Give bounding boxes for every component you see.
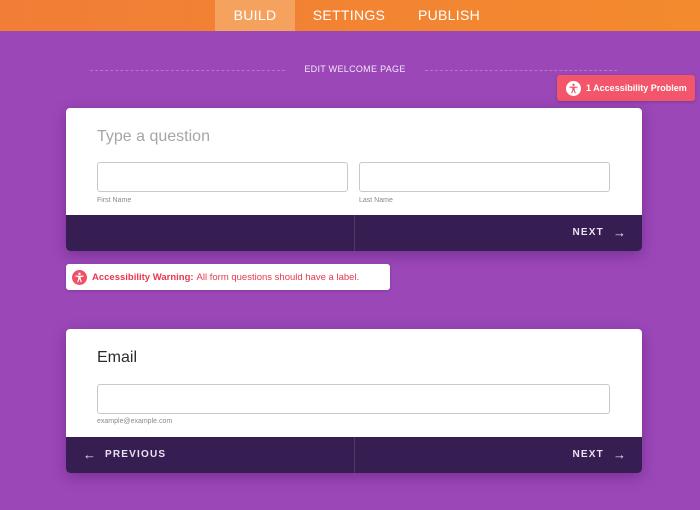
- first-name-input[interactable]: [97, 162, 348, 192]
- next-button[interactable]: NEXT →: [573, 437, 626, 473]
- question-card-name: Type a question First Name Last Name NEX…: [66, 108, 642, 251]
- last-name-label: Last Name: [359, 197, 393, 204]
- section-divider-right: [425, 70, 617, 71]
- previous-button[interactable]: ← PREVIOUS: [83, 437, 166, 473]
- edit-welcome-page-link[interactable]: EDIT WELCOME PAGE: [290, 64, 420, 74]
- accessibility-icon: [72, 269, 87, 285]
- accessibility-problem-text: 1 Accessibility Problem: [586, 83, 687, 93]
- question-card-email: Email example@example.com ← PREVIOUS NEX…: [66, 329, 642, 473]
- warning-message: All form questions should have a label.: [196, 271, 360, 283]
- warning-title: Accessibility Warning:: [92, 271, 194, 283]
- top-nav-bar: BUILD SETTINGS PUBLISH: [0, 0, 700, 31]
- section-divider-left: [90, 70, 285, 71]
- card-footer: NEXT →: [66, 215, 642, 251]
- email-input[interactable]: [97, 384, 610, 414]
- next-button-label: NEXT: [572, 449, 604, 460]
- email-example-label: example@example.com: [97, 418, 173, 425]
- accessibility-warning: Accessibility Warning: All form question…: [66, 264, 390, 290]
- next-button-label: NEXT: [572, 227, 604, 238]
- arrow-left-icon: ←: [83, 447, 96, 462]
- tab-settings[interactable]: SETTINGS: [305, 0, 393, 31]
- next-button[interactable]: NEXT →: [573, 215, 626, 251]
- footer-divider: [354, 215, 355, 251]
- tab-publish[interactable]: PUBLISH: [410, 0, 488, 31]
- question-title-email[interactable]: Email: [97, 349, 137, 367]
- footer-divider: [354, 437, 355, 473]
- accessibility-problem-badge[interactable]: 1 Accessibility Problem: [557, 75, 695, 101]
- card-footer: ← PREVIOUS NEXT →: [66, 437, 642, 473]
- previous-button-label: PREVIOUS: [105, 449, 167, 460]
- accessibility-icon: [566, 80, 581, 96]
- question-title-input[interactable]: Type a question: [97, 128, 210, 146]
- last-name-input[interactable]: [359, 162, 610, 192]
- tab-build[interactable]: BUILD: [215, 0, 295, 31]
- first-name-label: First Name: [97, 197, 132, 204]
- arrow-right-icon: →: [613, 225, 626, 240]
- arrow-right-icon: →: [613, 447, 626, 462]
